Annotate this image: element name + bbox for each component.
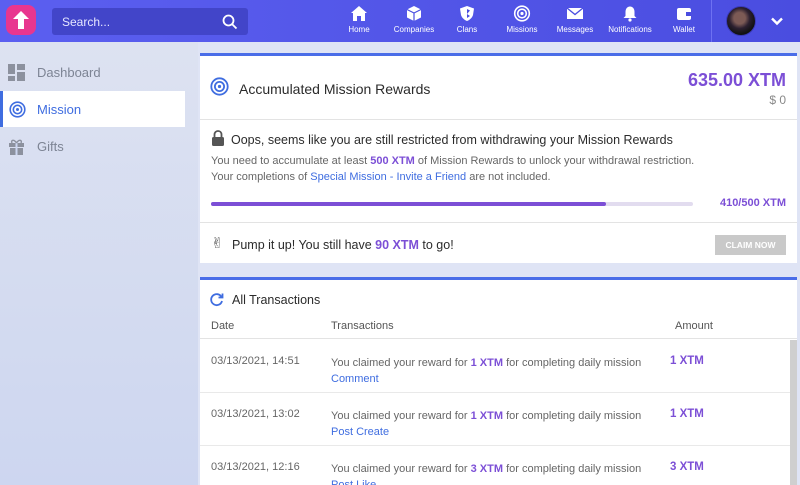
pump-message: Pump it up! You still have 90 XTM to go! xyxy=(232,238,454,252)
mission-link[interactable]: Comment xyxy=(331,371,641,387)
sidebar-item-label: Dashboard xyxy=(37,64,101,80)
column-header-date: Date xyxy=(211,320,235,332)
column-header-amount: Amount xyxy=(675,320,713,332)
rewards-usd: $ 0 xyxy=(769,93,786,107)
table-row: 03/13/2021, 14:51 You claimed your rewar… xyxy=(200,340,790,393)
transaction-date: 03/13/2021, 13:02 xyxy=(211,408,300,420)
remaining-amount: 90 XTM xyxy=(375,238,419,252)
nav-label: Messages xyxy=(556,25,594,34)
table-row: 03/13/2021, 12:16 You claimed your rewar… xyxy=(200,446,790,485)
divider xyxy=(200,338,797,339)
mission-link[interactable]: Post Like xyxy=(331,477,641,485)
top-navbar: Home Companies Clans Missions Messages N… xyxy=(0,0,800,42)
avatar[interactable] xyxy=(726,6,756,36)
text: Pump it up! You still have xyxy=(232,238,376,252)
lock-icon xyxy=(212,130,224,146)
text: of Mission Rewards to unlock your withdr… xyxy=(414,155,695,167)
xtm-value: 1 XTM xyxy=(470,357,504,369)
text: You claimed your reward for xyxy=(331,410,471,422)
special-mission-link[interactable]: Special Mission - Invite a Friend xyxy=(310,171,466,183)
nav-home[interactable]: Home xyxy=(343,0,375,42)
transaction-date: 03/13/2021, 14:51 xyxy=(211,355,300,367)
nav-notifications[interactable]: Notifications xyxy=(605,0,655,42)
gift-icon xyxy=(9,139,24,155)
xtm-value: 1 XTM xyxy=(470,410,504,422)
text: for completing daily mission xyxy=(503,357,642,369)
nav-label: Companies xyxy=(393,25,435,34)
transactions-title: All Transactions xyxy=(232,293,321,307)
text: for completing daily mission xyxy=(503,463,642,475)
transaction-description: You claimed your reward for 1 XTM for co… xyxy=(331,408,641,440)
nav-label: Wallet xyxy=(673,25,695,34)
bell-icon xyxy=(623,6,637,22)
search-input[interactable] xyxy=(62,14,212,29)
text: You claimed your reward for xyxy=(331,463,471,475)
table-row: 03/13/2021, 13:02 You claimed your rewar… xyxy=(200,393,790,446)
transaction-date: 03/13/2021, 12:16 xyxy=(211,461,300,473)
refresh-icon[interactable] xyxy=(209,292,224,307)
text: You need to accumulate at least xyxy=(211,155,371,167)
rewards-amount: 635.00 XTM xyxy=(687,70,786,90)
nav-clans[interactable]: Clans xyxy=(453,0,481,42)
dashboard-icon xyxy=(8,64,25,81)
mission-rewards-card: Accumulated Mission Rewards 635.00 XTM $… xyxy=(200,53,797,263)
search-box[interactable] xyxy=(52,8,248,35)
nav-label: Notifications xyxy=(608,25,652,34)
user-menu[interactable] xyxy=(711,0,800,42)
mission-link[interactable]: Post Create xyxy=(331,424,641,440)
progress-bar xyxy=(211,202,693,206)
wallet-icon xyxy=(677,8,691,20)
shield-icon xyxy=(460,6,474,21)
divider xyxy=(200,119,797,120)
target-icon xyxy=(9,101,26,118)
transaction-description: You claimed your reward for 3 XTM for co… xyxy=(331,461,641,485)
transaction-amount: 3 XTM xyxy=(670,461,704,473)
target-icon xyxy=(513,5,531,22)
victory-hand-icon: ✌ xyxy=(211,235,224,252)
cube-icon xyxy=(406,6,422,21)
chevron-down-icon[interactable] xyxy=(770,14,784,28)
restriction-title: Oops, seems like you are still restricte… xyxy=(231,133,673,147)
home-icon xyxy=(351,6,367,21)
sidebar: Dashboard Mission Gifts xyxy=(0,42,198,485)
text: You claimed your reward for xyxy=(331,357,471,369)
rewards-title: Accumulated Mission Rewards xyxy=(239,81,431,97)
nav-label: Clans xyxy=(456,25,478,34)
nav-label: Home xyxy=(348,25,370,34)
sidebar-item-mission[interactable]: Mission xyxy=(0,91,185,127)
sidebar-item-dashboard[interactable]: Dashboard xyxy=(0,54,185,90)
transaction-description: You claimed your reward for 1 XTM for co… xyxy=(331,355,641,387)
text: are not included. xyxy=(466,171,551,183)
progress-text: 410/500 XTM xyxy=(719,197,786,209)
nav-label: Missions xyxy=(506,25,538,34)
transactions-card: All Transactions Date Transactions Amoun… xyxy=(200,277,797,485)
target-icon xyxy=(210,77,229,96)
sidebar-item-gifts[interactable]: Gifts xyxy=(0,128,185,164)
nav-companies[interactable]: Companies xyxy=(391,0,437,42)
search-icon[interactable] xyxy=(222,14,238,30)
nav-wallet[interactable]: Wallet xyxy=(669,0,699,42)
logo-icon[interactable] xyxy=(6,5,36,35)
transaction-amount: 1 XTM xyxy=(670,408,704,420)
progress-fill xyxy=(211,202,607,206)
sidebar-item-label: Mission xyxy=(37,101,82,117)
xtm-value: 3 XTM xyxy=(470,463,504,475)
text: for completing daily mission xyxy=(503,410,642,422)
scrollbar[interactable] xyxy=(790,340,797,485)
claim-now-button[interactable]: CLAIM NOW xyxy=(715,235,786,255)
transaction-amount: 1 XTM xyxy=(670,355,704,367)
nav-messages[interactable]: Messages xyxy=(554,0,596,42)
restriction-line-2: Your completions of Special Mission - In… xyxy=(211,171,551,183)
restriction-line-1: You need to accumulate at least 500 XTM … xyxy=(211,155,694,167)
sidebar-item-label: Gifts xyxy=(37,138,64,154)
text: Your completions of xyxy=(211,171,311,183)
text: to go! xyxy=(418,238,454,252)
column-header-transactions: Transactions xyxy=(331,320,394,332)
nav-missions[interactable]: Missions xyxy=(503,0,541,42)
threshold-amount: 500 XTM xyxy=(370,155,415,167)
envelope-icon xyxy=(566,7,584,19)
divider xyxy=(200,222,797,223)
